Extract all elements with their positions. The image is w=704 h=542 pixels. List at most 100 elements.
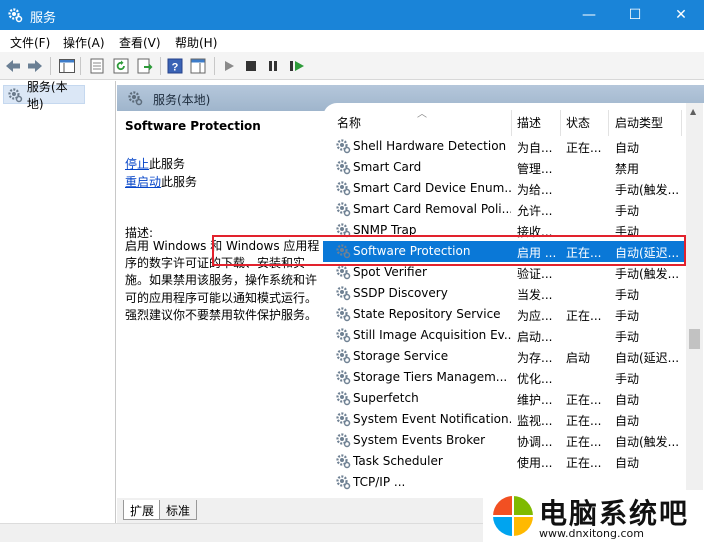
service-startup-type: 自动 (615, 414, 640, 428)
service-name: Spot Verifier (353, 265, 427, 279)
services-list: ︿ 名称 描述 状态 启动类型 Shell Hardware Detection… (323, 103, 704, 493)
restart-service-link[interactable]: 重启动 (125, 175, 161, 189)
service-row[interactable]: Still Image Acquisition Ev... 启动... 手动 (323, 325, 689, 346)
service-gear-icon (335, 369, 351, 385)
service-row[interactable]: SNMP Trap 接收... 手动 (323, 220, 689, 241)
column-header-description[interactable]: 描述 (517, 103, 541, 130)
restart-service-line: 重启动此服务 (125, 173, 197, 190)
watermark-url: www.dnxitong.com (539, 527, 644, 540)
service-startup-type: 手动(触发... (615, 183, 680, 197)
selected-service-name: Software Protection (125, 119, 261, 133)
tab-extended[interactable]: 扩展 (123, 500, 162, 520)
pause-service-icon[interactable] (264, 57, 282, 75)
service-row[interactable]: Smart Card Removal Poli... 允许... 手动 (323, 199, 689, 220)
title-bar: 服务 — ☐ ✕ (0, 0, 704, 30)
service-startup-type: 自动(延迟... (615, 246, 680, 260)
close-icon: ✕ (675, 7, 687, 23)
service-description: 协调... (517, 435, 553, 449)
service-description: 维护... (517, 393, 553, 407)
toolbar-separator (50, 57, 51, 75)
stop-service-suffix: 此服务 (149, 157, 186, 171)
service-gear-icon (335, 159, 351, 175)
column-header-startup-type[interactable]: 启动类型 (615, 103, 663, 130)
service-row[interactable]: Superfetch 维护... 正在... 自动 (323, 388, 689, 409)
start-service-icon[interactable] (220, 57, 238, 75)
watermark-brand: 电脑系统吧 (539, 497, 690, 530)
services-gear-icon (8, 87, 23, 102)
service-name: Storage Service (353, 349, 449, 363)
service-description: 管理... (517, 162, 553, 176)
service-details: Software Protection 停止此服务 重启动此服务 描述: 启用 … (117, 111, 323, 499)
service-description: 接收... (517, 225, 553, 239)
restart-service-icon[interactable] (288, 57, 306, 75)
service-name: Shell Hardware Detection (353, 139, 507, 153)
services-gear-icon (128, 91, 143, 106)
refresh-icon[interactable] (112, 57, 130, 75)
service-row[interactable]: Smart Card 管理... 禁用 (323, 157, 689, 178)
service-row[interactable]: Storage Service 为存... 启动 自动(延迟... (323, 346, 689, 367)
close-button[interactable]: ✕ (658, 0, 704, 30)
service-name: SNMP Trap (353, 223, 417, 237)
service-gear-icon (335, 222, 351, 238)
services-pane: 服务(本地) Software Protection 停止此服务 重启动此服务 … (117, 81, 704, 523)
stop-service-icon[interactable] (242, 57, 260, 75)
service-row[interactable]: Spot Verifier 验证... 手动(触发... (323, 262, 689, 283)
service-name: Smart Card Device Enum... (353, 181, 511, 195)
menu-file[interactable]: 文件(F) (10, 34, 50, 51)
toolbar-separator (80, 57, 81, 75)
column-header-name[interactable]: 名称 (337, 103, 361, 130)
service-gear-icon (335, 411, 351, 427)
service-name: Software Protection (353, 244, 471, 258)
sort-ascending-icon: ︿ (417, 109, 427, 120)
stop-service-link[interactable]: 停止 (125, 157, 149, 171)
column-header-status[interactable]: 状态 (566, 103, 590, 130)
scroll-up-icon[interactable]: ▲ (690, 107, 696, 116)
service-description: 启用 ... (517, 246, 557, 260)
maximize-button[interactable]: ☐ (612, 0, 658, 30)
service-row[interactable]: Task Scheduler 使用... 正在... 自动 (323, 451, 689, 472)
service-startup-type: 自动(延迟... (615, 351, 680, 365)
service-description: 当发... (517, 288, 553, 302)
service-description: 启动... (517, 330, 553, 344)
service-row[interactable]: System Event Notification... 监视... 正在... 自动 (323, 409, 689, 430)
service-gear-icon (335, 180, 351, 196)
help-icon[interactable]: ? (166, 57, 184, 75)
vertical-scrollbar[interactable]: ▲ (686, 103, 703, 501)
column-separator (608, 110, 609, 136)
service-name: Superfetch (353, 391, 419, 405)
service-row[interactable]: State Repository Service 为应... 正在... 手动 (323, 304, 689, 325)
service-row[interactable]: Software Protection 启用 ... 正在... 自动(延迟... (323, 241, 689, 262)
toolbar-separator (214, 57, 215, 75)
menu-help[interactable]: 帮助(H) (175, 34, 217, 51)
scrollbar-thumb[interactable] (689, 329, 700, 349)
service-name: TCP/IP ... (353, 475, 406, 489)
tab-standard[interactable]: 标准 (159, 500, 198, 520)
menu-view[interactable]: 查看(V) (119, 34, 161, 51)
service-row[interactable]: System Events Broker 协调... 正在... 自动(触发... (323, 430, 689, 451)
properties-icon[interactable] (88, 57, 106, 75)
service-status: 正在... (566, 246, 602, 260)
column-separator (560, 110, 561, 136)
minimize-button[interactable]: — (566, 0, 612, 30)
service-gear-icon (335, 264, 351, 280)
service-status: 正在... (566, 435, 602, 449)
minimize-icon: — (582, 7, 596, 23)
service-startup-type: 手动 (615, 225, 640, 239)
show-action-pane-icon[interactable] (189, 57, 207, 75)
service-row[interactable]: Smart Card Device Enum... 为给... 手动(触发... (323, 178, 689, 199)
service-startup-type: 自动 (615, 393, 640, 407)
service-startup-type: 自动 (615, 141, 640, 155)
service-description: 为应... (517, 309, 553, 323)
service-row[interactable]: Shell Hardware Detection 为自... 正在... 自动 (323, 136, 689, 157)
service-description: 为存... (517, 351, 553, 365)
tree-item-services-local[interactable]: 服务(本地) (3, 80, 85, 111)
service-startup-type: 手动 (615, 204, 640, 218)
service-row[interactable]: Storage Tiers Managem... 优化... 手动 (323, 367, 689, 388)
forward-arrow-icon[interactable] (26, 57, 44, 75)
show-tree-icon[interactable] (58, 57, 76, 75)
menu-action[interactable]: 操作(A) (63, 34, 105, 51)
service-startup-type: 手动 (615, 372, 640, 386)
service-row[interactable]: SSDP Discovery 当发... 手动 (323, 283, 689, 304)
export-list-icon[interactable] (136, 57, 154, 75)
back-arrow-icon[interactable] (4, 57, 22, 75)
